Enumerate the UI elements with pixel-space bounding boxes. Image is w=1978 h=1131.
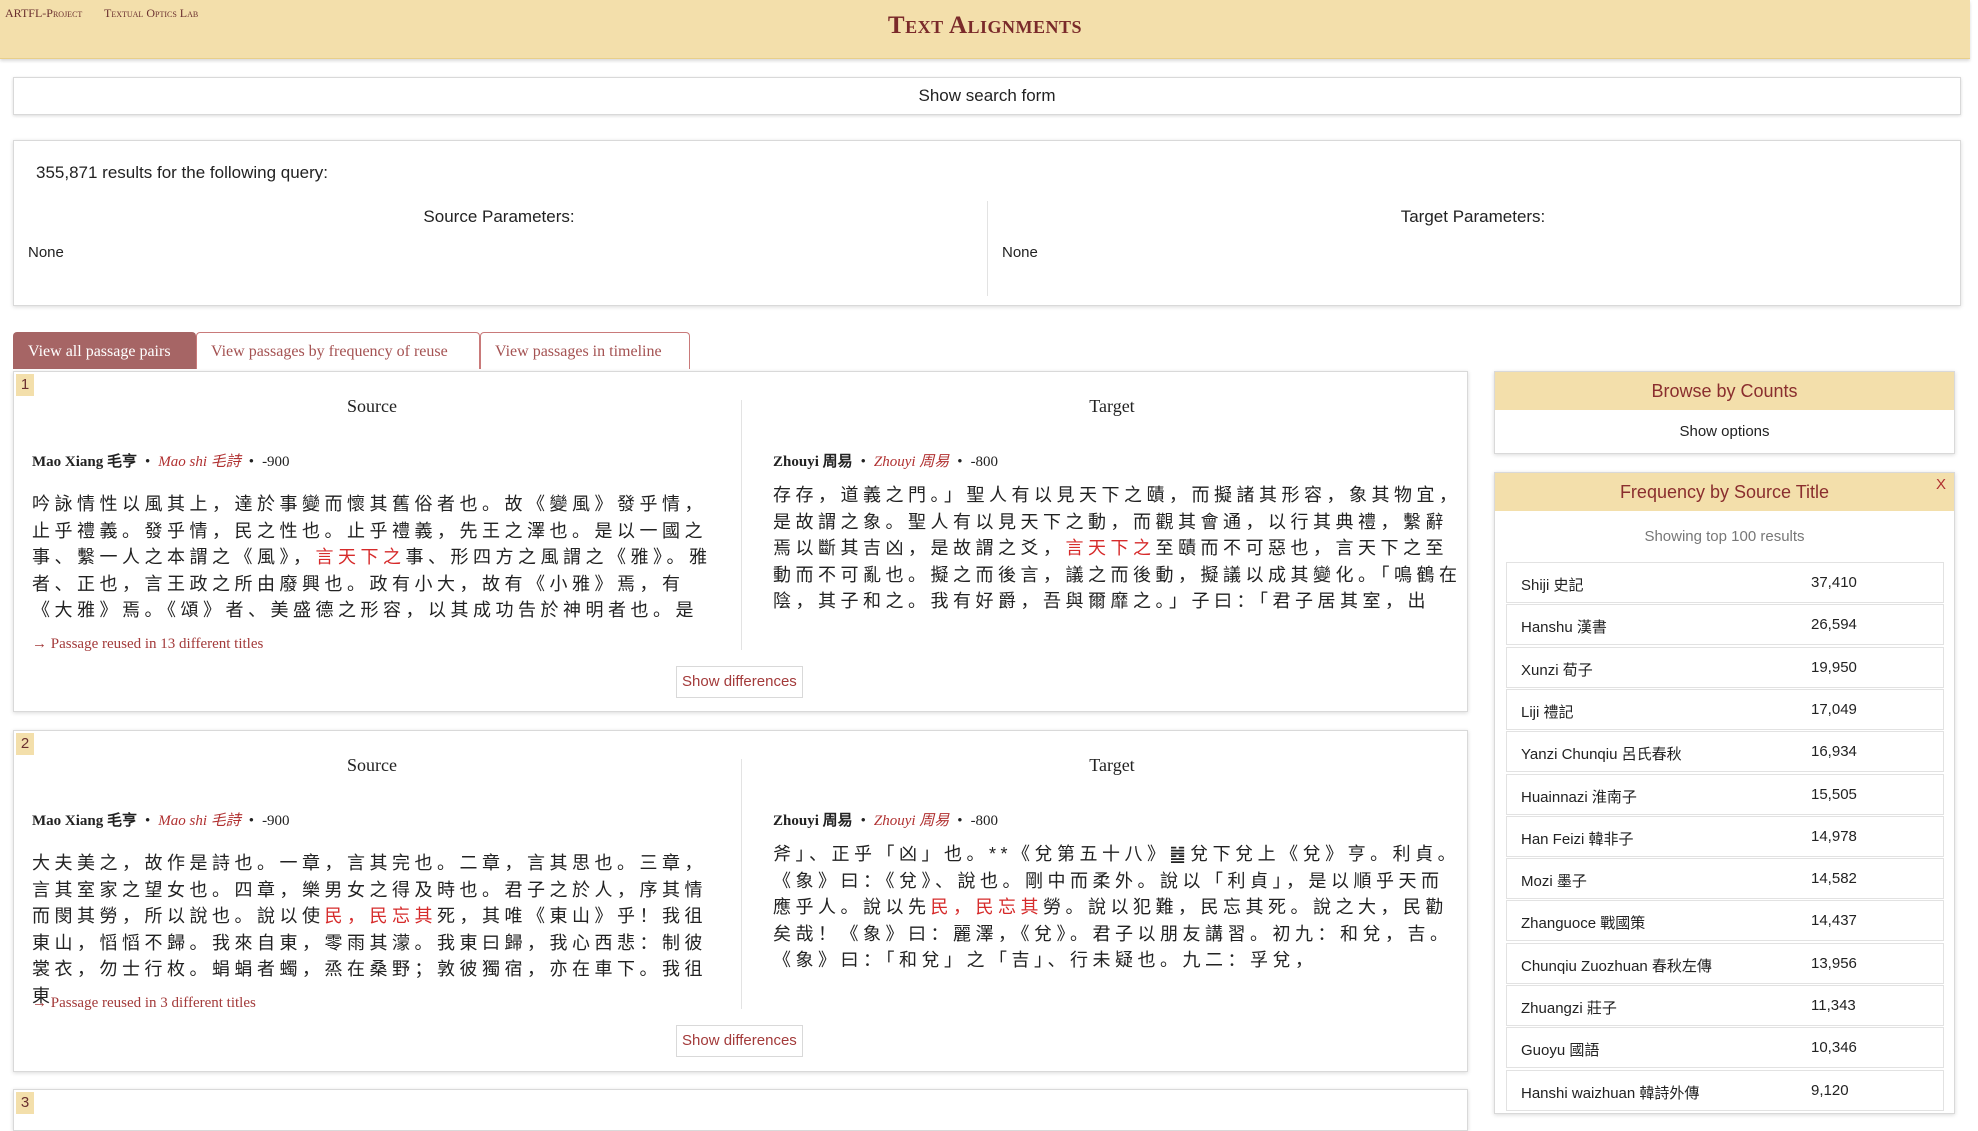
frequency-row[interactable]: Chunqiu Zuozhuan 春秋左傳 13,956 — [1506, 942, 1944, 984]
frequency-row[interactable]: Yanzi Chunqiu 呂氏春秋 16,934 — [1506, 731, 1944, 773]
frequency-row[interactable]: Liji 禮記 17,049 — [1506, 688, 1944, 730]
frequency-row[interactable]: Guoyu 國語 10,346 — [1506, 1027, 1944, 1069]
target-passage-text: 存存，道義之門。」聖人有以見天下之賾，而擬諸其形容，象其物宜，是故謂之象。聖人有… — [773, 485, 1462, 611]
source-title-name: Guoyu 國語 — [1521, 1042, 1600, 1060]
source-date: -900 — [262, 454, 290, 470]
source-title-link[interactable]: Mao shi 毛詩 — [158, 813, 241, 829]
frequency-row[interactable]: Hanshi waizhuan 韓詩外傳 9,120 — [1506, 1069, 1944, 1111]
source-heading: Source — [347, 396, 397, 416]
passage-number: 1 — [16, 374, 34, 396]
target-metadata: Zhouyi 周易 • Zhouyi 周易 • -800 — [773, 454, 999, 470]
target-metadata: Zhouyi 周易 • Zhouyi 周易 • -800 — [773, 813, 999, 829]
source-title-name: Huainnazi 淮南子 — [1521, 788, 1637, 806]
show-search-form-button[interactable]: Show search form — [13, 77, 1961, 115]
query-summary: 355,871 results for the following query:… — [13, 140, 1961, 306]
source-title-name: Yanzi Chunqiu 呂氏春秋 — [1521, 746, 1682, 764]
frequency-row[interactable]: Shiji 史記 37,410 — [1506, 562, 1944, 603]
tab-frequency-of-reuse[interactable]: View passages by frequency of reuse — [196, 332, 480, 369]
target-date: -800 — [970, 454, 999, 470]
browse-by-counts-panel: Browse by Counts Show options — [1494, 371, 1955, 454]
passage-reuse-link[interactable]: → Passage reused in 3 different titles — [32, 995, 256, 1012]
source-title-name: Zhanguoce 戰國策 — [1521, 915, 1646, 933]
passage-number: 2 — [16, 733, 34, 755]
frequency-row[interactable]: Huainnazi 淮南子 15,505 — [1506, 773, 1944, 815]
source-title-count: 15,505 — [1811, 785, 1857, 803]
source-title-count: 14,978 — [1811, 827, 1857, 845]
source-date: -900 — [262, 813, 290, 829]
source-title-name: Mozi 墨子 — [1521, 873, 1587, 891]
target-heading: Target — [1089, 755, 1135, 775]
source-title-link[interactable]: Mao shi 毛詩 — [158, 454, 241, 470]
target-date: -800 — [970, 813, 999, 829]
results-subtitle: Showing top 100 results — [1644, 528, 1805, 545]
source-parameters-value: None — [28, 244, 64, 261]
source-title-name: Hanshi waizhuan 韓詩外傳 — [1521, 1084, 1700, 1102]
passage-number: 3 — [16, 1092, 34, 1114]
source-title-count: 37,410 — [1811, 574, 1857, 591]
show-differences-button[interactable]: Show differences — [676, 1025, 803, 1057]
show-differences-button[interactable]: Show differences — [676, 666, 803, 698]
matched-text: 民，民忘其 — [324, 906, 437, 926]
target-heading: Target — [1089, 396, 1135, 416]
source-title-count: 11,343 — [1811, 997, 1856, 1014]
passage-pair: 1 Source Target Mao Xiang 毛亨 • Mao shi 毛詩 •… — [13, 371, 1468, 712]
source-parameters-heading: Source Parameters: — [423, 207, 575, 226]
results-count: 355,871 results for the following query: — [36, 163, 329, 182]
show-options-button[interactable]: Show options — [1495, 410, 1954, 453]
source-title-name: Zhuangzi 莊子 — [1521, 1000, 1617, 1017]
passage-pair: 2 Source Target Mao Xiang 毛亨 • Mao shi 毛詩 •… — [13, 730, 1468, 1072]
frequency-panel: Frequency by Source Title X Showing top … — [1494, 472, 1955, 1114]
frequency-row[interactable]: Mozi 墨子 14,582 — [1506, 858, 1944, 900]
source-title-count: 16,934 — [1811, 743, 1857, 761]
source-passage-text: 大夫美之，故作是詩也。一章，言其完也。二章，言其思也。三章，言其室家之望女也。四… — [32, 853, 707, 1006]
source-author: Mao Xiang 毛亨 — [32, 454, 138, 470]
frequency-row[interactable]: Han Feizi 韓非子 14,978 — [1506, 815, 1944, 857]
browse-by-counts-heading: Browse by Counts — [1495, 372, 1954, 410]
top-bar: ARTFL-Project Textual Optics Lab Text Al… — [0, 0, 1970, 59]
source-title-name: Hanshu 漢書 — [1521, 619, 1607, 637]
target-parameters-value: None — [1002, 244, 1038, 261]
matched-text: 言天下之 — [1065, 538, 1156, 558]
column-divider — [741, 759, 742, 1009]
source-title-name: Chunqiu Zuozhuan 春秋左傳 — [1521, 957, 1712, 975]
source-author: Mao Xiang 毛亨 — [32, 813, 138, 829]
target-parameters-heading: Target Parameters: — [1400, 207, 1546, 226]
tab-all-passage-pairs[interactable]: View all passage pairs — [13, 332, 196, 369]
frequency-row[interactable]: Hanshu 漢書 26,594 — [1506, 604, 1944, 646]
close-icon[interactable]: X — [1936, 476, 1946, 493]
source-passage-text: 吟詠情性以風其上，達於事變而懷其舊俗者也。故《變風》發乎情，止乎禮義。發乎情，民… — [32, 494, 712, 620]
source-title-count: 19,950 — [1811, 658, 1857, 676]
source-title-count: 14,437 — [1811, 912, 1857, 930]
frequency-heading: Frequency by Source Title — [1495, 473, 1954, 511]
passage-reuse-link[interactable]: → Passage reused in 13 different titles — [32, 636, 263, 653]
source-metadata: Mao Xiang 毛亨 • Mao shi 毛詩 • -900 — [32, 813, 290, 829]
source-metadata: Mao Xiang 毛亨 • Mao shi 毛詩 • -900 — [32, 454, 290, 470]
column-divider — [741, 400, 742, 650]
source-title-count: 17,049 — [1811, 700, 1857, 718]
source-title-count: 14,582 — [1811, 870, 1857, 888]
source-title-count: 10,346 — [1811, 1039, 1857, 1057]
source-title-count: 13,956 — [1811, 954, 1857, 972]
frequency-row[interactable]: Zhanguoce 戰國策 14,437 — [1506, 900, 1944, 942]
target-author: Zhouyi 周易 — [773, 813, 853, 829]
source-title-count: 26,594 — [1811, 616, 1857, 634]
source-title-name: Han Feizi 韓非子 — [1521, 830, 1634, 848]
frequency-row[interactable]: Xunzi 荀子 19,950 — [1506, 646, 1944, 688]
target-passage-text: 斧」、正乎「凶」也。**《兌第五十八》䷹兌下兌上《兌》亨。利貞。《象》曰：《兌》… — [773, 844, 1461, 970]
source-heading: Source — [347, 755, 397, 775]
app-title: Text Alignments — [887, 12, 1083, 39]
target-title-link[interactable]: Zhouyi 周易 — [874, 454, 949, 470]
target-title-link[interactable]: Zhouyi 周易 — [874, 813, 949, 829]
source-title-name: Xunzi 荀子 — [1521, 661, 1593, 679]
source-title-name: Liji 禮記 — [1521, 703, 1574, 721]
source-title-name: Shiji 史記 — [1521, 577, 1584, 594]
passage-pair: 3 — [13, 1089, 1468, 1131]
matched-text: 言天下之 — [315, 547, 406, 567]
tab-timeline[interactable]: View passages in timeline — [480, 332, 690, 369]
matched-text: 民，民忘其 — [930, 897, 1043, 917]
frequency-row[interactable]: Zhuangzi 莊子 11,343 — [1506, 985, 1944, 1026]
target-author: Zhouyi 周易 — [773, 454, 853, 470]
source-title-count: 9,120 — [1811, 1081, 1849, 1099]
